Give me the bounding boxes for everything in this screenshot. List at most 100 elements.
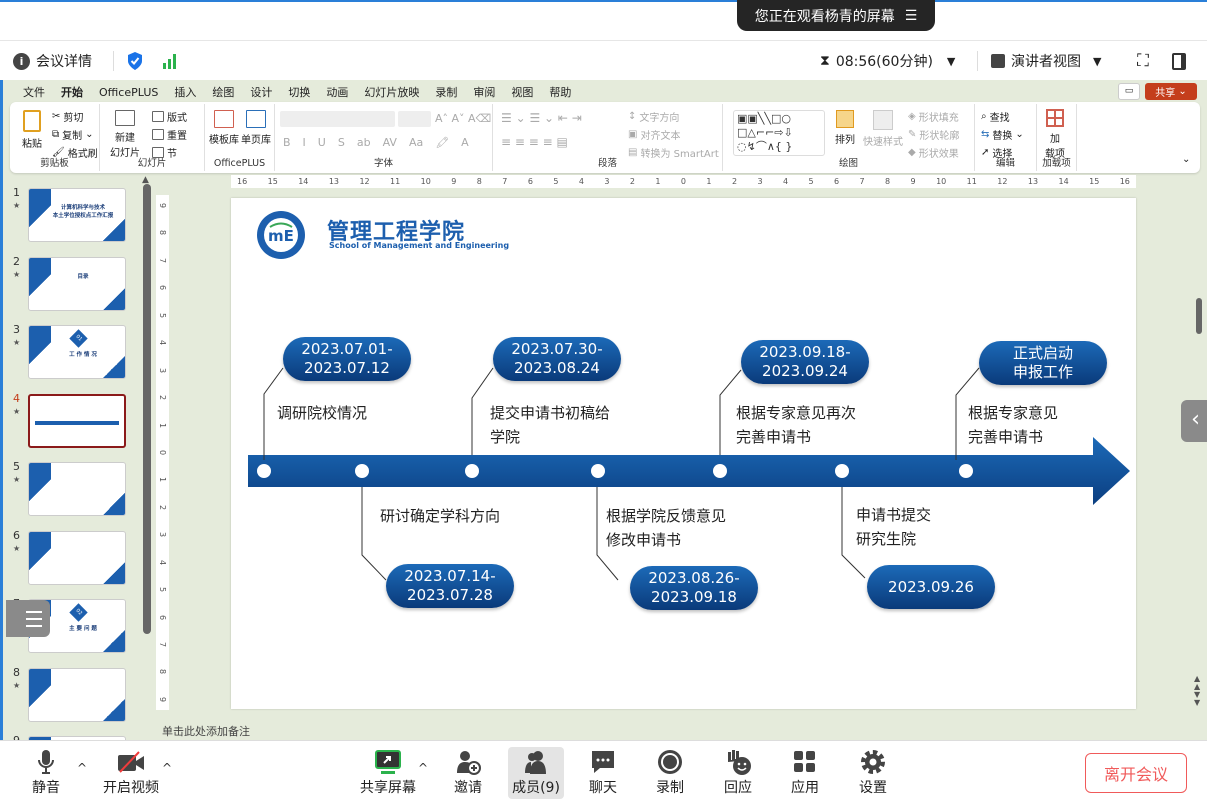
chevron-up-icon[interactable]: ^ [418,761,428,775]
tab-slideshow[interactable]: 幻灯片放映 [356,84,427,104]
single-page-library-button[interactable]: 单页库 [241,110,271,146]
collapse-panel-button[interactable]: ‹ [1181,400,1207,442]
slide-canvas[interactable]: mE 管理工程学院 School of Management and Engin… [231,198,1136,709]
bold-button[interactable]: B [283,136,291,149]
tab-draw[interactable]: 绘图 [204,84,242,104]
chevron-up-icon[interactable]: ^ [162,761,172,775]
floating-menu-button[interactable] [6,600,50,637]
font-family-select[interactable] [280,111,395,127]
milestone-date-pill: 正式启动 申报工作 [979,341,1107,385]
align-text-button[interactable]: ▣ 对齐文本 [628,127,680,142]
font-color-icon[interactable]: A [461,136,469,149]
strikethrough-button[interactable]: ab [357,136,371,149]
ruler-tick-label: 12 [997,177,1008,186]
slide-nav-icons[interactable]: ▲ ▲ ▼ ▼ [1194,675,1200,707]
scroll-up-icon[interactable]: ▲ [142,175,149,185]
comments-button[interactable]: ▭ [1118,83,1140,100]
share-button[interactable]: 共享 ⌄ [1145,83,1197,100]
shape-fill-button[interactable]: ◈ 形状填充 [908,109,959,124]
chevron-up-icon[interactable]: ^ [77,761,87,775]
signal-icon[interactable] [162,41,178,81]
tab-record[interactable]: 录制 [427,84,465,104]
record-button[interactable]: 录制 [642,747,698,799]
tab-animations[interactable]: 动画 [318,84,356,104]
new-slide-button[interactable]: 新建 幻灯片 [110,110,140,159]
slide-thumbnail[interactable] [28,462,126,516]
react-button[interactable]: 回应 [710,747,766,799]
meeting-details-button[interactable]: i 会议详情 [13,41,92,81]
slide-thumbnail[interactable]: 目录 [28,256,126,311]
tab-view[interactable]: 视图 [503,84,541,104]
find-button[interactable]: ⌕ 查找 [981,109,1010,124]
highlight-icon[interactable]: 🖍 [435,136,449,149]
connector-line [361,487,387,581]
ruler-tick-label: 11 [390,177,401,186]
underline-button[interactable]: U [318,136,326,149]
ruler-tick-label: 8 [158,669,167,675]
screen-share-banner[interactable]: 您正在观看杨青的屏幕 ☰ [737,0,935,31]
shadow-button[interactable]: S [338,136,345,149]
reset-button[interactable]: 重置 [152,127,187,142]
invite-button[interactable]: 邀请 [440,747,496,799]
sidebar-toggle-icon[interactable] [1172,41,1186,81]
slide-thumbnail[interactable]: 01 工 作 情 况 [28,325,126,379]
tab-review[interactable]: 审阅 [465,84,503,104]
change-case-button[interactable]: Aa [409,136,423,149]
leave-meeting-button[interactable]: 离开会议 [1085,753,1187,793]
tab-design[interactable]: 设计 [242,84,280,104]
slide-thumbnail[interactable]: 计算机科学与技术 本土学位授权点工作汇报 [28,188,126,242]
addins-button[interactable]: 加 载项 [1045,109,1065,160]
ruler-tick-label: 2 [629,177,635,186]
shape-outline-button[interactable]: ✎ 形状轮廓 [908,127,959,142]
ruler-tick-label: 9 [158,202,167,209]
share-screen-button[interactable]: 共享屏幕 [358,747,418,799]
ruler-tick-label: 3 [158,367,167,373]
tab-officeplus[interactable]: OfficePLUS [91,84,166,104]
layout-button[interactable]: 版式 [152,109,187,124]
share-label: 共享 [1155,88,1176,99]
cut-button[interactable]: ✂ 剪切 [52,109,83,124]
replace-button[interactable]: ⇆ 替换 ⌄ [981,127,1024,142]
mute-button[interactable]: 静音 [18,747,74,799]
slide-thumbnail[interactable] [28,530,126,585]
copy-button[interactable]: ⧉ 复制 ⌄ [52,127,94,142]
collapse-ribbon-icon[interactable]: ⌄ [1182,154,1190,165]
tab-home[interactable]: 开始 [53,84,91,104]
font-size-select[interactable] [398,111,431,127]
star-icon: ★ [13,338,21,347]
fullscreen-icon[interactable]: ⛶ [1137,41,1149,81]
tab-insert[interactable]: 插入 [166,84,204,104]
spacing-button[interactable]: AV [383,136,397,149]
list-buttons[interactable]: ☰ ⌄ ☰ ⌄ ⇤ ⇥ [501,111,582,125]
shapes-gallery[interactable]: ▣▣╲╲□○ □△⌐⌐⇨⇩ ◌↯⌒∧{ } [733,110,825,156]
tab-file[interactable]: 文件 [15,84,53,104]
settings-button[interactable]: 设置 [845,747,901,799]
template-library-button[interactable]: 模板库 [209,110,239,146]
slide-thumbnail[interactable] [28,393,126,448]
slide-number: 2 [13,254,20,268]
text-direction-button[interactable]: ↕ 文字方向 [628,109,679,124]
start-video-button[interactable]: 开启视频 [102,747,160,799]
ruler-tick-label: 1 [655,177,661,186]
tab-help[interactable]: 帮助 [541,84,579,104]
font-size-buttons[interactable]: A˄ A˅ A⌫ [435,112,491,125]
italic-button[interactable]: I [303,136,306,149]
slide-scrollbar[interactable] [1196,298,1202,334]
tab-transitions[interactable]: 切换 [280,84,318,104]
font-format-buttons[interactable]: B I U Sab AV Aa 🖍 A [283,136,469,149]
speaker-view-button[interactable]: 演讲者视图 ▼ [991,41,1101,81]
paste-button[interactable]: 粘贴 [22,110,42,150]
notes-placeholder[interactable]: 单击此处添加备注 [162,723,250,739]
security-shield-icon[interactable] [127,41,143,81]
thumbnails-scrollbar[interactable] [143,184,151,634]
quick-styles-button[interactable]: 快速样式 [863,110,903,148]
arrange-button[interactable]: 排列 [835,110,855,146]
slide-thumbnail[interactable] [28,667,126,722]
alignment-buttons[interactable]: ≡ ≡ ≡ ≡ ▤ [501,135,568,149]
ruler-tick-label: 6 [158,285,167,291]
apps-button[interactable]: 应用 [777,747,833,799]
chat-button[interactable]: 聊天 [575,747,631,799]
timer-button[interactable]: ⧗ 08:56(60分钟) ▼ [820,41,955,81]
menu-icon[interactable]: ☰ [905,8,918,24]
members-button[interactable]: 成员(9) [508,747,564,799]
